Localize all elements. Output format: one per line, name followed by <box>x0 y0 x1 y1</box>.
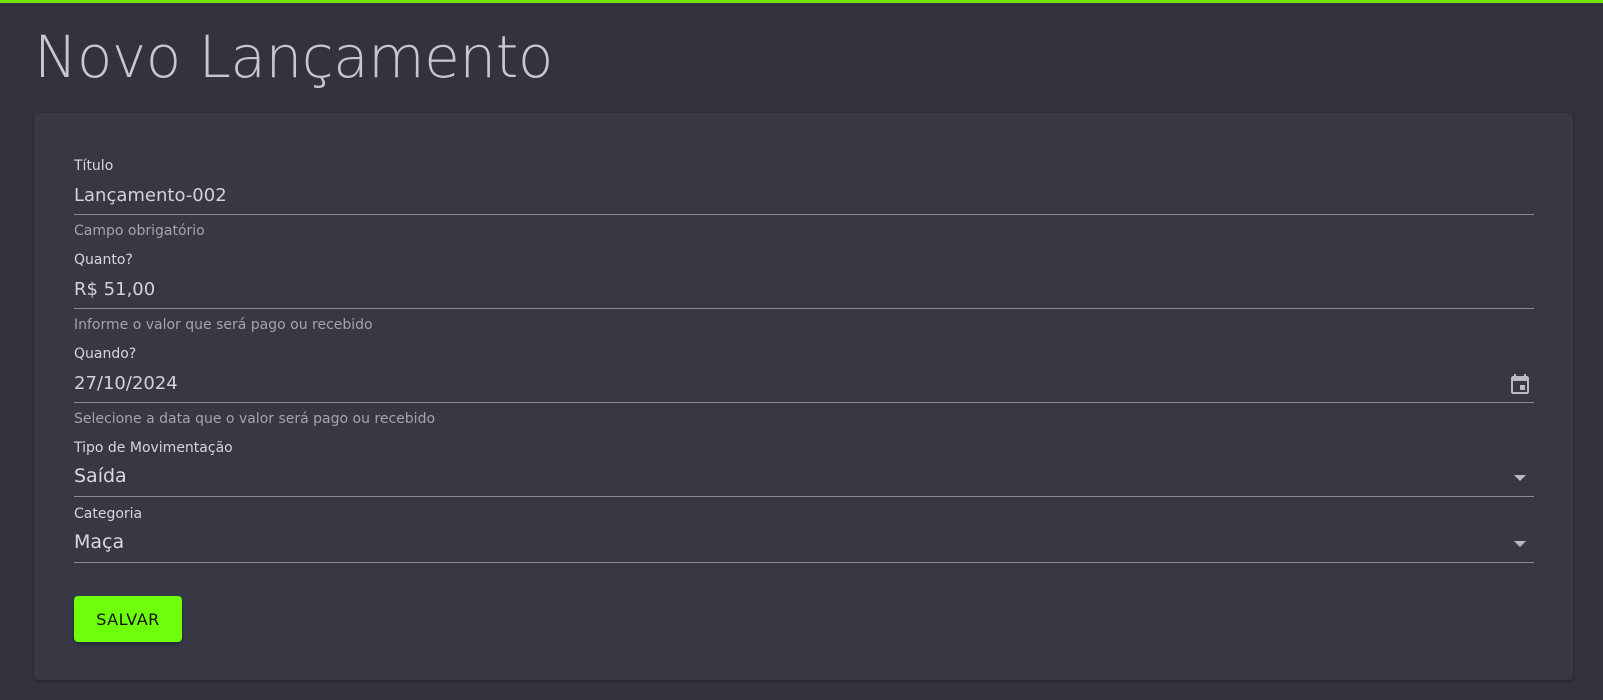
chevron-down-icon[interactable] <box>1514 475 1526 481</box>
quando-hint: Selecione a data que o valor será pago o… <box>74 411 436 427</box>
titulo-field: Título Campo obrigatório <box>74 158 1534 239</box>
quanto-input[interactable] <box>74 276 1534 302</box>
categoria-underline <box>74 562 1534 563</box>
categoria-select[interactable]: Maça <box>74 528 1534 556</box>
quanto-underline <box>74 308 1534 309</box>
quando-input[interactable] <box>74 370 1534 396</box>
tipo-select[interactable]: Saída <box>74 462 1534 490</box>
chevron-down-icon[interactable] <box>1514 541 1526 547</box>
categoria-label: Categoria <box>74 506 143 522</box>
quanto-hint: Informe o valor que será pago ou recebid… <box>74 317 373 333</box>
titulo-hint: Campo obrigatório <box>74 223 205 239</box>
top-accent-bar <box>0 0 1603 3</box>
page-title: Novo Lançamento <box>34 23 553 91</box>
tipo-value[interactable]: Saída <box>74 462 1534 490</box>
quando-field: Quando? Selecione a data que o valor ser… <box>74 346 1534 427</box>
form-card: Título Campo obrigatório Quanto? Informe… <box>34 113 1573 680</box>
quanto-label: Quanto? <box>74 252 133 268</box>
titulo-label: Título <box>74 158 114 174</box>
quanto-field: Quanto? Informe o valor que será pago ou… <box>74 252 1534 333</box>
calendar-icon[interactable] <box>1508 373 1532 397</box>
quando-label: Quando? <box>74 346 137 362</box>
tipo-label: Tipo de Movimentação <box>74 440 233 456</box>
save-button[interactable]: SALVAR <box>74 596 182 642</box>
categoria-value[interactable]: Maça <box>74 528 1534 556</box>
tipo-underline <box>74 496 1534 497</box>
quando-underline <box>74 402 1534 403</box>
titulo-underline <box>74 214 1534 215</box>
categoria-field: Categoria Maça <box>74 506 1534 563</box>
titulo-input[interactable] <box>74 182 1534 208</box>
tipo-field: Tipo de Movimentação Saída <box>74 440 1534 497</box>
